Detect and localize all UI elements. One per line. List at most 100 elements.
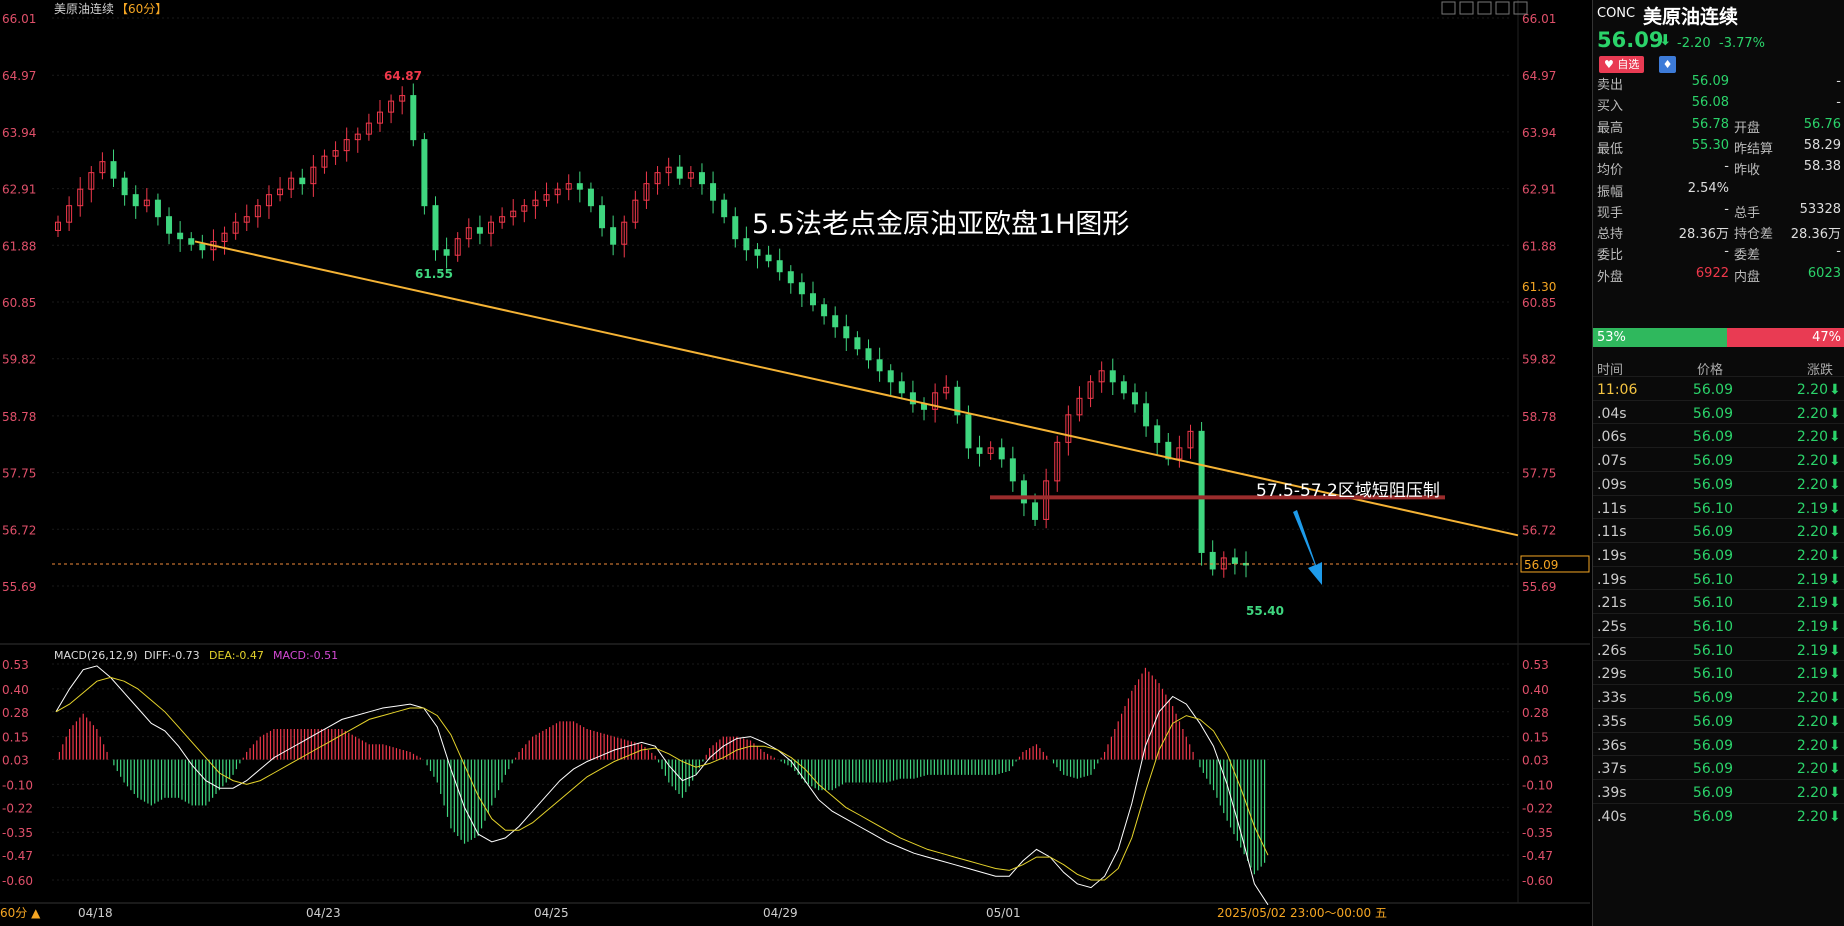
quote-row-label: 开盘 <box>1734 120 1761 136</box>
quote-row-label: 均价 <box>1597 163 1624 179</box>
zoom-icon[interactable] <box>1477 1 1492 15</box>
last-price: 56.09 <box>1597 28 1664 52</box>
tick-price: 56.09 <box>1692 713 1733 730</box>
price-change-pct: -3.77% <box>1719 36 1765 51</box>
quote-row-value: - <box>1724 244 1729 260</box>
kline-chart-area[interactable]: 66.01 66.01 64.97 64.97 63.94 63.94 62.91 62.91… <box>0 0 1590 926</box>
buy-sell-ratio-bar: 53% 47% <box>1593 328 1844 347</box>
macd-axis-label-right: -0.47 <box>1522 849 1553 863</box>
quote-row-value: - <box>1836 74 1841 89</box>
price-axis-label-left: 56.72 <box>2 523 36 537</box>
candle-body <box>754 249 761 256</box>
candle-body <box>110 161 117 179</box>
candle-body <box>809 293 816 306</box>
tick-price: 56.09 <box>1692 405 1733 422</box>
candle-body <box>876 359 883 372</box>
tick-price: 56.10 <box>1692 571 1733 588</box>
quote-row: 外盘 6922 内盘 6023 <box>1593 262 1844 287</box>
candle-body <box>787 271 794 284</box>
price-axis-label-left: 58.78 <box>2 410 36 424</box>
tick-change: 2.20 <box>1796 476 1828 493</box>
macd-label: MACD(26,12,9) <box>54 649 138 662</box>
period-toggle-button[interactable]: 60分 ▲ <box>0 906 41 920</box>
macd-axis-label-right: -0.35 <box>1522 826 1553 840</box>
candle-body <box>576 183 583 190</box>
tick-price: 56.09 <box>1692 476 1733 493</box>
macd-axis-label-left: 0.15 <box>2 731 29 745</box>
tick-price: 56.09 <box>1692 784 1733 801</box>
candle-body <box>421 139 428 207</box>
candle-body <box>865 348 872 361</box>
down-arrow-icon: ⬇ <box>1829 429 1841 446</box>
tick-change: 2.20 <box>1796 737 1828 754</box>
tick-change: 2.20 <box>1796 453 1828 470</box>
quote-row-label: 昨结算 <box>1734 141 1774 157</box>
tick-change: 2.19 <box>1796 500 1828 517</box>
macd-axis-label-right: 0.28 <box>1522 706 1549 720</box>
quote-row-value: 56.78 <box>1691 116 1729 132</box>
quote-row-label: 卖出 <box>1597 78 1624 93</box>
quote-row-label: 总手 <box>1734 205 1761 221</box>
tick-price: 56.10 <box>1692 666 1733 683</box>
price-axis-label-left: 61.88 <box>2 239 36 253</box>
panel-icon[interactable] <box>1495 1 1510 15</box>
quote-header: CONC 美原油连续 56.09 ⬇ -2.20 -3.77% ♥ 自选 ♦ <box>1593 0 1844 80</box>
tick-change: 2.20 <box>1796 429 1828 446</box>
price-axis-label-left: 62.91 <box>2 183 36 197</box>
symbol-code: CONC <box>1597 6 1636 21</box>
tick-time: .21s <box>1597 595 1627 612</box>
tick-price: 56.09 <box>1692 690 1733 707</box>
date-axis-label: 04/18 <box>78 906 113 920</box>
candle-body <box>1143 403 1150 427</box>
tick-time: .36s <box>1597 737 1627 754</box>
macd-axis-label-left: -0.10 <box>2 778 33 792</box>
candle-body <box>676 166 683 179</box>
down-arrow-icon: ⬇ <box>1829 547 1841 564</box>
down-arrow-icon: ⬇ <box>1829 690 1841 707</box>
down-arrow-icon: ⬇ <box>1829 619 1841 635</box>
sell-ratio: 47% <box>1727 328 1844 347</box>
quote-row-value: 6922 <box>1695 265 1729 281</box>
macd-axis-label-left: 0.28 <box>2 706 29 720</box>
price-axis-label-left: 55.69 <box>2 580 36 594</box>
candle-body <box>776 260 783 273</box>
macd-macd-label: MACD:-0.51 <box>273 649 338 662</box>
grid-icon[interactable] <box>1441 1 1456 15</box>
quote-row-label: 内盘 <box>1734 269 1761 285</box>
macd-diff-label: DIFF:-0.73 <box>144 649 200 662</box>
quote-row-value: - <box>1836 244 1841 260</box>
down-arrow-icon: ⬇ <box>1829 405 1841 422</box>
tick-change: 2.19 <box>1796 666 1828 683</box>
quote-row-label: 振幅 <box>1597 184 1624 200</box>
macd-axis-label-right: 0.40 <box>1522 683 1549 697</box>
tick-time: .40s <box>1597 808 1627 825</box>
tick-time: .07s <box>1597 453 1627 470</box>
tick-price: 56.09 <box>1692 382 1733 398</box>
quote-row-value: 55.30 <box>1691 137 1729 153</box>
candle-body <box>410 95 417 141</box>
tick-price: 56.09 <box>1692 547 1733 564</box>
chart-symbol-title: 美原油连续 <box>54 1 114 16</box>
date-footer: 2025/05/02 23:00～00:00 五 <box>1217 906 1387 920</box>
quote-row-value: 53328 <box>1799 201 1841 217</box>
candle-body <box>121 177 128 196</box>
down-arrow-icon: ⬇ <box>1829 761 1841 778</box>
down-arrow-icon: ⬇ <box>1829 713 1841 730</box>
candle-body <box>832 315 839 328</box>
date-axis-label: 04/29 <box>763 906 798 920</box>
candle-body <box>721 199 728 218</box>
quote-row-label: 持仓差 <box>1734 227 1774 243</box>
macd-axis-label-left: 0.40 <box>2 683 29 697</box>
tick-price: 56.09 <box>1692 453 1733 470</box>
tick-price: 56.10 <box>1692 595 1733 612</box>
tick-change: 2.19 <box>1796 571 1828 588</box>
crosshair-price-tag: 61.30 <box>1522 280 1556 294</box>
macd-axis-label-right: -0.22 <box>1522 801 1553 815</box>
candle-body <box>154 199 161 218</box>
candle-body <box>299 177 306 185</box>
down-arrow-icon: ⬇ <box>1829 476 1841 493</box>
macd-axis-label-right: 0.53 <box>1522 658 1549 672</box>
split-icon[interactable] <box>1459 1 1474 15</box>
kline-chart[interactable]: 66.01 66.0164.97 64.9763.94 63.9462.91 62.91… <box>0 0 1590 926</box>
tick-change: 2.20 <box>1796 761 1828 778</box>
